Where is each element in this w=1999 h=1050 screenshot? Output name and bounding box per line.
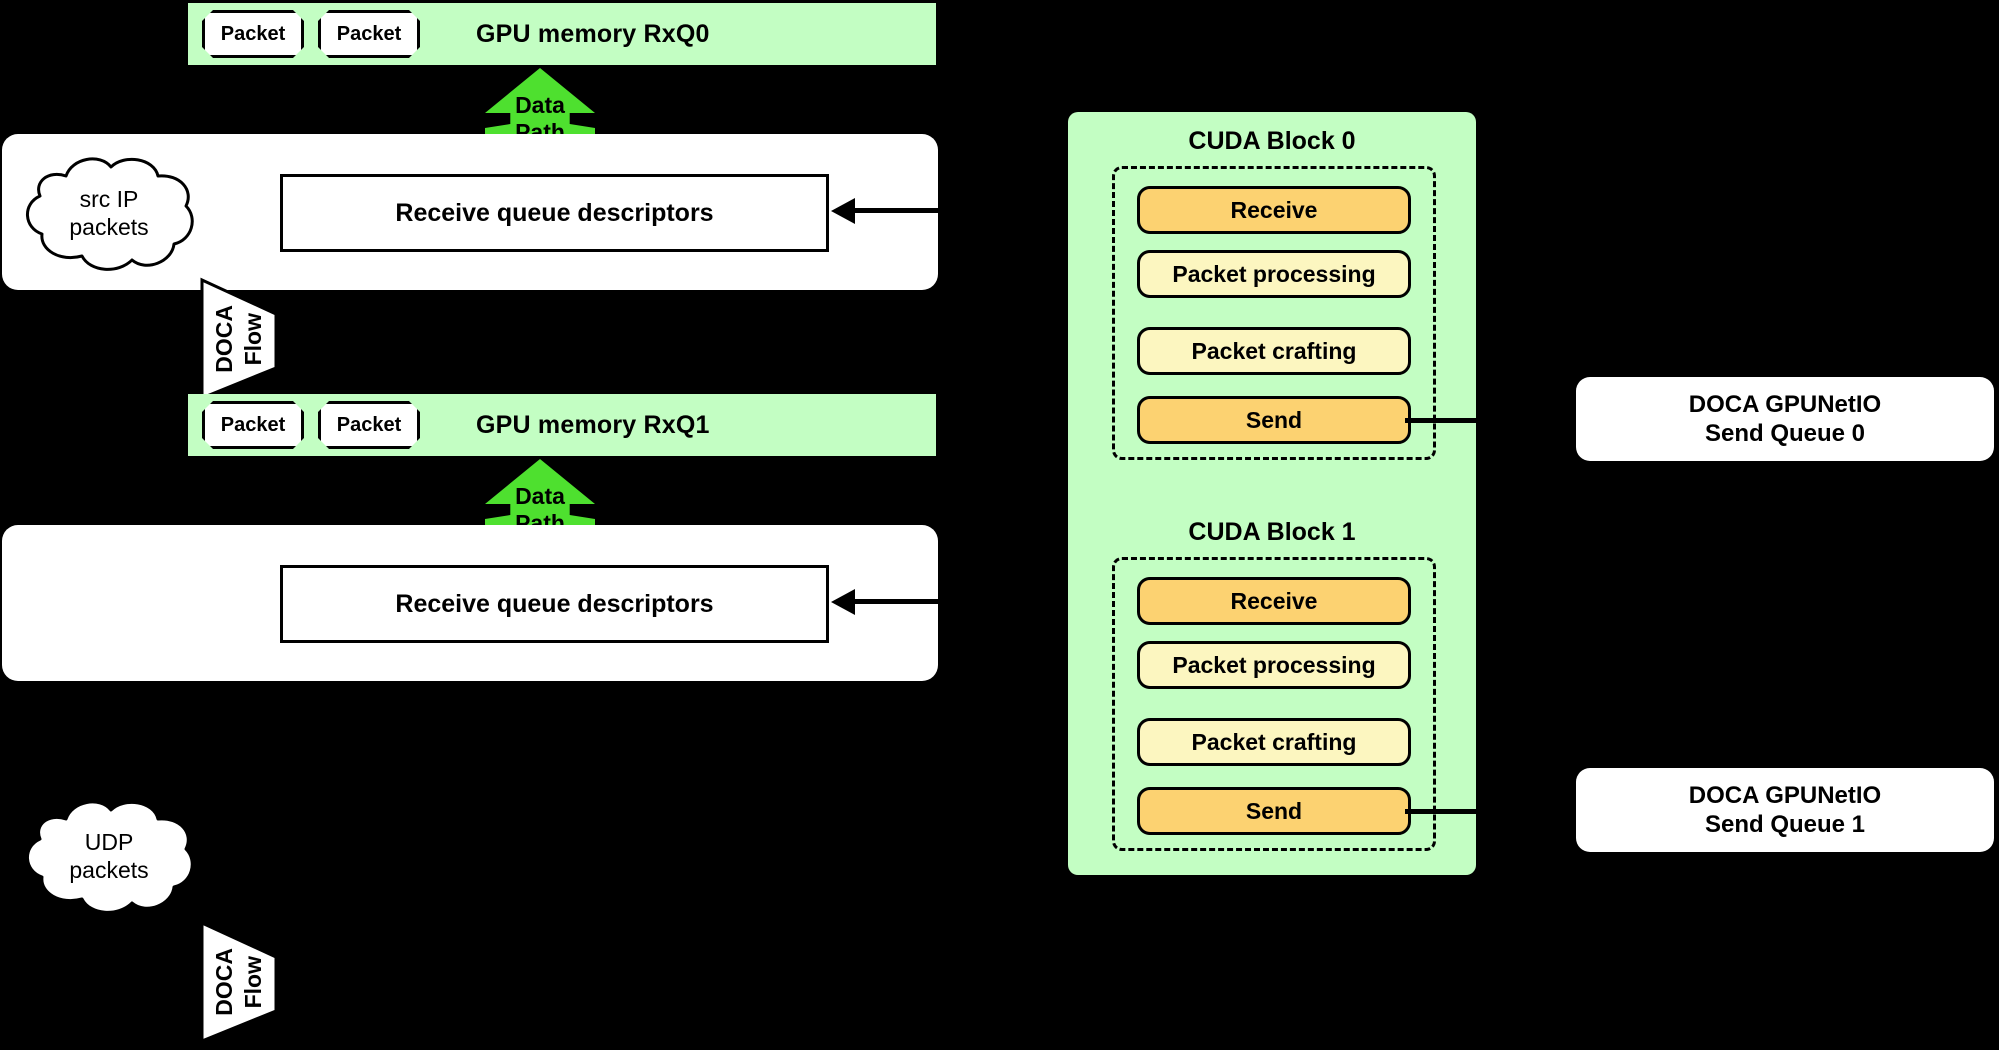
receive-queue-descriptors: Receive queue descriptors [280, 565, 829, 643]
gpu-memory-label: GPU memory RxQ0 [476, 19, 710, 48]
source-cloud: UDP packets [14, 793, 204, 919]
doca-flow-line1: DOCA [211, 305, 237, 373]
receive-connector-line [855, 599, 1075, 604]
packet-chip: Packet [318, 401, 420, 449]
source-cloud: src IP packets [14, 150, 204, 276]
send-queue-line2: Send Queue 0 [1704, 420, 1866, 447]
gpu-memory-bar-rxq1: Packet Packet GPU memory RxQ1 [188, 394, 936, 456]
source-cloud-label: UDP packets [14, 793, 204, 919]
cloud-line1: UDP [84, 829, 134, 855]
cuda-stage-receive[interactable]: Receive [1137, 186, 1411, 234]
data-path-line1: Data [515, 92, 565, 118]
cuda-stage-packet-processing[interactable]: Packet processing [1137, 250, 1411, 298]
doca-flow-line2: Flow [240, 955, 266, 1009]
doca-gpunetio-send-queue-1: DOCA GPUNetIO Send Queue 1 [1576, 768, 1994, 852]
gpu-memory-bar-rxq0: Packet Packet GPU memory RxQ0 [188, 3, 936, 65]
doca-flow-element: DOCA Flow [198, 919, 280, 1045]
cuda-stage-receive[interactable]: Receive [1137, 577, 1411, 625]
doca-flow-line2: Flow [240, 312, 266, 366]
send-queue-line2: Send Queue 1 [1704, 811, 1866, 838]
gpu-memory-label: GPU memory RxQ1 [476, 410, 710, 439]
send-queue-line1: DOCA GPUNetIO [1688, 782, 1882, 809]
receive-queue-descriptors: Receive queue descriptors [280, 174, 829, 252]
cuda-block-title: CUDA Block 1 [1188, 518, 1356, 546]
doca-flow-element: DOCA Flow [198, 276, 280, 402]
cuda-stage-packet-crafting[interactable]: Packet crafting [1137, 327, 1411, 375]
packet-chip: Packet [202, 401, 304, 449]
packet-chip: Packet [318, 10, 420, 58]
cloud-line1: src IP [79, 186, 139, 212]
send-queue-line1: DOCA GPUNetIO [1688, 391, 1882, 418]
cloud-line2: packets [69, 857, 149, 883]
doca-gpunetio-send-queue-0: DOCA GPUNetIO Send Queue 0 [1576, 377, 1994, 461]
cuda-stage-packet-crafting[interactable]: Packet crafting [1137, 718, 1411, 766]
cuda-stage-packet-processing[interactable]: Packet processing [1137, 641, 1411, 689]
receive-connector-arrowhead [831, 589, 855, 615]
send-connector-line [1405, 418, 1575, 423]
send-connector-line [1405, 809, 1575, 814]
receive-connector-line [855, 208, 1075, 213]
packet-chip: Packet [202, 10, 304, 58]
cloud-line2: packets [69, 214, 149, 240]
cuda-block-title: CUDA Block 0 [1188, 127, 1356, 155]
cuda-stage-send[interactable]: Send [1137, 396, 1411, 444]
data-path-line1: Data [515, 483, 565, 509]
receive-connector-arrowhead [831, 198, 855, 224]
cuda-stage-send[interactable]: Send [1137, 787, 1411, 835]
doca-flow-line1: DOCA [211, 948, 237, 1016]
source-cloud-label: src IP packets [14, 150, 204, 276]
